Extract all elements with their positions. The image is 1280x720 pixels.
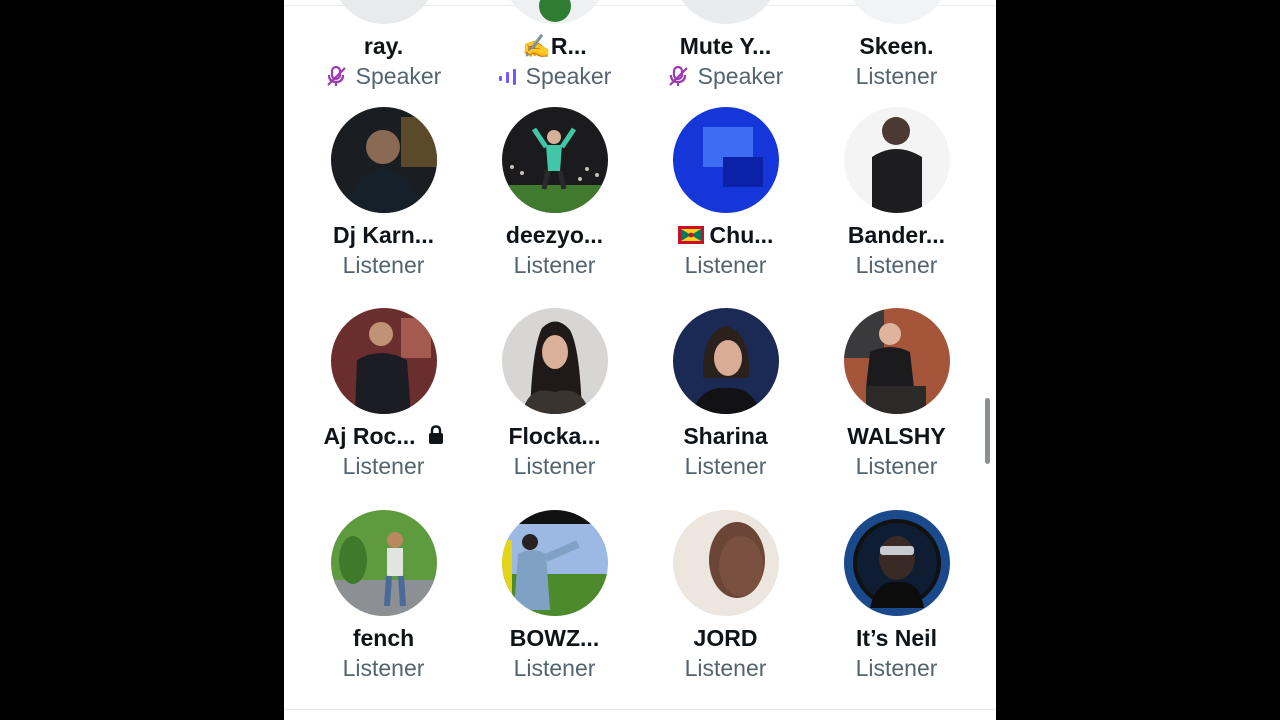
participant-r[interactable]: ✍️R... Speaker [469,0,640,108]
speaking-bars-icon [498,69,516,85]
participant-role: Listener [684,655,767,681]
bottom-divider [284,709,996,710]
participant-name: JORD [693,625,758,651]
participant-name-line: Aj Roc... [298,422,469,450]
participant-role: Listener [684,453,767,479]
avatar [331,107,437,213]
participant-name: BOWZ... [509,625,600,651]
participant-role-line: Speaker [469,62,640,90]
participant-role: Listener [342,453,425,479]
participant-name: Bander... [847,222,946,248]
participant-sharina[interactable]: Sharina Listener [640,308,811,498]
participant-role: Listener [855,453,938,479]
participants-panel: ray. Speaker ✍️R... Speaker Mute Y... Sp… [284,0,996,720]
participant-mute-y[interactable]: Mute Y... Speaker [640,0,811,108]
participant-role: Speaker [525,63,612,89]
participant-ray[interactable]: ray. Speaker [298,0,469,108]
scrollbar-thumb[interactable] [985,398,990,464]
participant-role: Listener [513,655,596,681]
participant-role: Listener [684,252,767,278]
participant-name: deezyo... [505,222,604,248]
participant-flocka[interactable]: Flocka... Listener [469,308,640,498]
participant-its-neil[interactable]: It’s Neil Listener [811,510,982,700]
avatar [673,510,779,616]
participant-role: Listener [513,453,596,479]
avatar [673,308,779,414]
participant-skeen[interactable]: Skeen. Listener [811,0,982,108]
participant-role: Listener [342,252,425,278]
participant-jord[interactable]: JORD Listener [640,510,811,700]
participant-fench[interactable]: fench Listener [298,510,469,700]
participant-name: ✍️R... [522,33,587,59]
mic-muted-icon [326,65,346,86]
participant-role: Listener [342,655,425,681]
avatar [844,107,950,213]
participant-name: Dj Karn... [333,222,434,248]
participant-aj-roc[interactable]: Aj Roc... Listener [298,308,469,498]
avatar [331,510,437,616]
participant-name: It’s Neil [856,625,937,651]
avatar [502,0,608,24]
grenada-flag-icon [677,226,704,244]
participant-name: ray. [363,33,404,59]
avatar [502,510,608,616]
participant-name: Flocka... [508,423,601,449]
participant-chu[interactable]: Chu... Listener [640,107,811,297]
participant-bowz[interactable]: BOWZ... Listener [469,510,640,700]
avatar [331,308,437,414]
avatar [331,0,437,24]
participant-role-line: Speaker [640,62,811,90]
participant-name: fench [352,625,415,651]
participant-name: Mute Y... [679,33,772,59]
participant-role: Listener [855,252,938,278]
avatar [844,510,950,616]
avatar [673,0,779,24]
participant-role: Speaker [355,63,442,89]
mic-muted-icon [668,65,688,86]
participant-role: Listener [855,63,938,89]
participant-role: Listener [855,655,938,681]
participant-dj-karn[interactable]: Dj Karn... Listener [298,107,469,297]
avatar [502,107,608,213]
participant-name: Aj Roc... [323,423,416,449]
lock-icon [428,425,443,444]
participant-name: Skeen. [859,33,934,59]
avatar [673,107,779,213]
avatar [844,308,950,414]
participant-bander[interactable]: Bander... Listener [811,107,982,297]
participant-role-line: Speaker [298,62,469,90]
participant-role: Listener [513,252,596,278]
participant-name: Sharina [683,423,768,449]
participant-deezyo[interactable]: deezyo... Listener [469,107,640,297]
participant-walshy[interactable]: WALSHY Listener [811,308,982,498]
avatar [844,0,950,24]
participant-name: WALSHY [847,423,946,449]
avatar [502,308,608,414]
participant-role: Speaker [697,63,784,89]
participant-name: Chu... [709,222,774,248]
participant-name-line: Chu... [640,221,811,249]
